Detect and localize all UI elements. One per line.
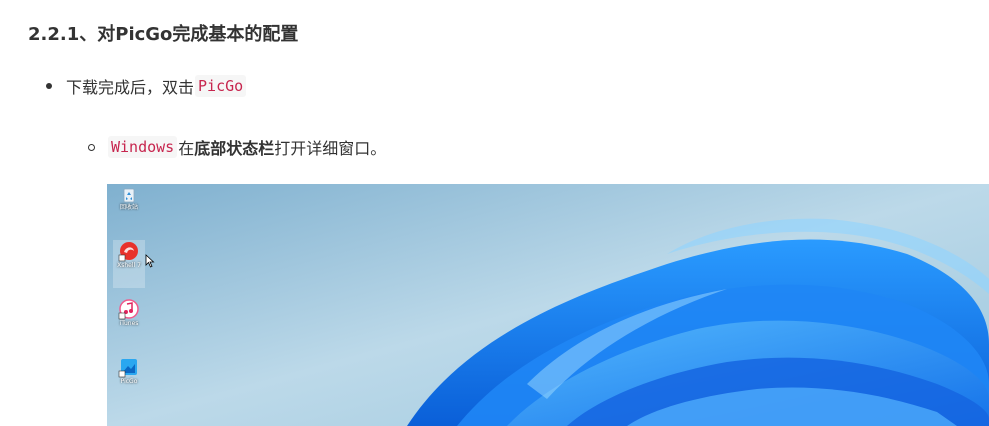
desktop-screenshot: 回收站 Xshell 7 iTunes PicGo — [107, 184, 989, 426]
inline-code-windows: Windows — [108, 136, 178, 158]
section-heading: 2.2.1、对PicGo完成基本的配置 — [28, 24, 299, 45]
sub-item-text-before: 在 — [178, 139, 195, 158]
recycle-bin-icon — [123, 188, 135, 203]
mouse-cursor-icon — [145, 254, 155, 268]
desktop-icon-itunes[interactable]: iTunes — [113, 298, 145, 346]
bullet-circle-icon — [88, 143, 95, 151]
sub-item-text-after: 打开详细窗口。 — [274, 139, 387, 158]
desktop-icon-picgo[interactable]: PicGo — [113, 356, 145, 404]
desktop-icon-label: 回收站 — [119, 204, 138, 211]
desktop-icon-recycle-bin[interactable]: 回收站 — [113, 186, 145, 234]
inline-code-picgo: PicGo — [195, 75, 247, 97]
desktop-icon-xshell[interactable]: Xshell 7 — [113, 240, 145, 288]
desktop-icon-label: Xshell 7 — [117, 262, 141, 269]
wallpaper-image — [107, 184, 989, 426]
list-item-text: 下载完成后，双击 — [66, 78, 195, 97]
sub-list-item: Windows 在 底部状态栏 打开详细窗口。 — [88, 133, 386, 161]
itunes-icon — [118, 299, 139, 320]
bullet-disc-icon — [46, 83, 52, 89]
desktop-icon-label: PicGo — [120, 378, 138, 385]
desktop-icon-label: iTunes — [119, 320, 139, 327]
picgo-icon — [118, 359, 137, 378]
sub-item-bold-text: 底部状态栏 — [194, 139, 275, 158]
document-page: 2.2.1、对PicGo完成基本的配置 下载完成后，双击 PicGo Windo… — [0, 0, 989, 426]
list-item: 下载完成后，双击 PicGo — [46, 72, 247, 100]
xshell-icon — [118, 242, 138, 262]
